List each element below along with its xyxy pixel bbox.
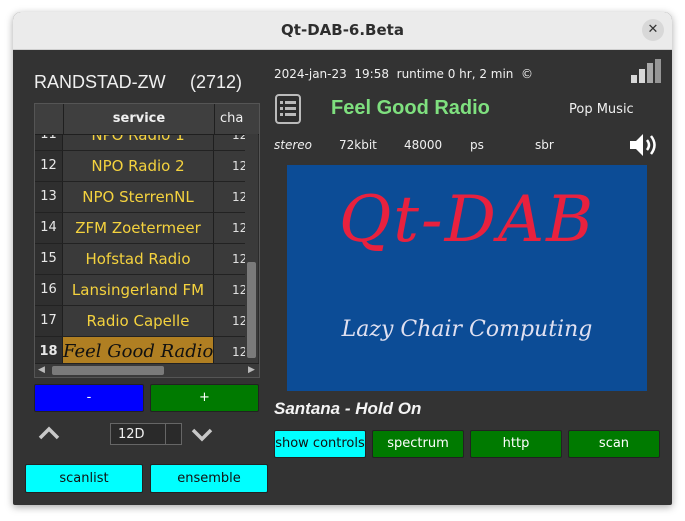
service-name[interactable]: NPO SterrenNL: [63, 182, 214, 212]
service-details-icon[interactable]: [275, 94, 301, 124]
service-name[interactable]: Hofstad Radio: [63, 244, 214, 274]
status-time: 19:58: [354, 67, 389, 81]
row-number: 14: [35, 213, 63, 243]
previous-service-button[interactable]: -: [34, 384, 144, 412]
scroll-left-icon[interactable]: ◀: [35, 364, 48, 377]
service-name[interactable]: Lansingerland FM: [63, 275, 214, 305]
speaker-icon[interactable]: [628, 131, 662, 159]
table-row[interactable]: 13NPO SterrenNL12: [35, 182, 245, 213]
program-type: Pop Music: [569, 102, 634, 117]
service-name[interactable]: Radio Capelle: [63, 306, 214, 336]
sbr-indicator: sbr: [535, 138, 554, 152]
service-channel: 12: [214, 275, 245, 305]
status-line: 2024-jan-23 19:58 runtime 0 hr, 2 min ©: [274, 67, 533, 81]
bitrate: 72kbit: [339, 138, 377, 152]
service-name[interactable]: NPO Radio 2: [63, 151, 214, 181]
chevron-down-icon[interactable]: [190, 426, 214, 444]
row-number: 12: [35, 151, 63, 181]
close-button[interactable]: ✕: [642, 19, 664, 41]
row-number: 13: [35, 182, 63, 212]
copyright-button[interactable]: ©: [521, 67, 533, 81]
signal-strength-icon: [631, 59, 661, 83]
scroll-right-icon[interactable]: ▶: [245, 364, 258, 377]
spectrum-button[interactable]: spectrum: [372, 430, 464, 458]
vertical-scroll-thumb[interactable]: [247, 262, 256, 358]
service-channel: 12: [214, 182, 245, 212]
service-channel: 12: [214, 213, 245, 243]
channel-value: 12D: [118, 427, 145, 442]
scanlist-button[interactable]: scanlist: [25, 464, 143, 493]
close-icon: ✕: [647, 22, 659, 37]
audio-mode: stereo: [274, 138, 312, 152]
next-service-button[interactable]: +: [150, 384, 259, 412]
service-channel: 12: [214, 306, 245, 336]
vertical-scrollbar[interactable]: [245, 134, 258, 364]
table-row[interactable]: 15Hofstad Radio12: [35, 244, 245, 275]
column-header-channel[interactable]: cha: [220, 104, 250, 134]
title-bar: Qt-DAB-6.Beta ✕: [13, 12, 672, 50]
table-row[interactable]: 16Lansingerland FM12: [35, 275, 245, 306]
table-row[interactable]: 14ZFM Zoetermeer12: [35, 213, 245, 244]
service-channel: 12: [214, 244, 245, 274]
channel-selector[interactable]: 12D: [110, 423, 182, 445]
app-window: Qt-DAB-6.Beta ✕ RANDSTAD-ZW (2712) 11NPO…: [13, 12, 672, 505]
row-number: 16: [35, 275, 63, 305]
table-row[interactable]: 12NPO Radio 212: [35, 151, 245, 182]
channel-selector-divider: [165, 424, 166, 444]
slide-subtitle: Lazy Chair Computing: [341, 317, 593, 342]
status-date: 2024-jan-23: [274, 67, 347, 81]
ensemble-id: (2712): [190, 72, 243, 92]
service-channel: 12: [214, 151, 245, 181]
service-rows: 11NPO Radio 11212NPO Radio 21213NPO Ster…: [35, 120, 245, 368]
ps-indicator: ps: [470, 138, 484, 152]
slide-title: Qt-DAB: [338, 183, 596, 257]
table-header: service cha: [35, 104, 259, 135]
window-title: Qt-DAB-6.Beta: [281, 21, 404, 39]
chevron-up-icon[interactable]: [37, 424, 61, 442]
scan-button[interactable]: scan: [568, 430, 660, 458]
service-name[interactable]: ZFM Zoetermeer: [63, 213, 214, 243]
horizontal-scroll-thumb[interactable]: [52, 366, 164, 375]
table-row[interactable]: 17Radio Capelle12: [35, 306, 245, 337]
ensemble-button[interactable]: ensemble: [150, 464, 268, 493]
show-controls-button[interactable]: show controls: [274, 430, 366, 458]
slideshow-image: Qt-DAB Lazy Chair Computing: [287, 165, 647, 391]
http-button[interactable]: http: [470, 430, 562, 458]
sample-rate: 48000: [404, 138, 443, 152]
row-number: 17: [35, 306, 63, 336]
dynamic-label-text: Santana - Hold On: [274, 399, 422, 418]
runtime: runtime 0 hr, 2 min: [396, 67, 514, 81]
station-name: Feel Good Radio: [331, 97, 490, 119]
service-table: 11NPO Radio 11212NPO Radio 21213NPO Ster…: [34, 103, 260, 378]
horizontal-scrollbar[interactable]: ◀ ▶: [35, 363, 259, 377]
ensemble-name: RANDSTAD-ZW: [34, 72, 166, 92]
row-number: 15: [35, 244, 63, 274]
column-header-service[interactable]: service: [63, 104, 215, 134]
